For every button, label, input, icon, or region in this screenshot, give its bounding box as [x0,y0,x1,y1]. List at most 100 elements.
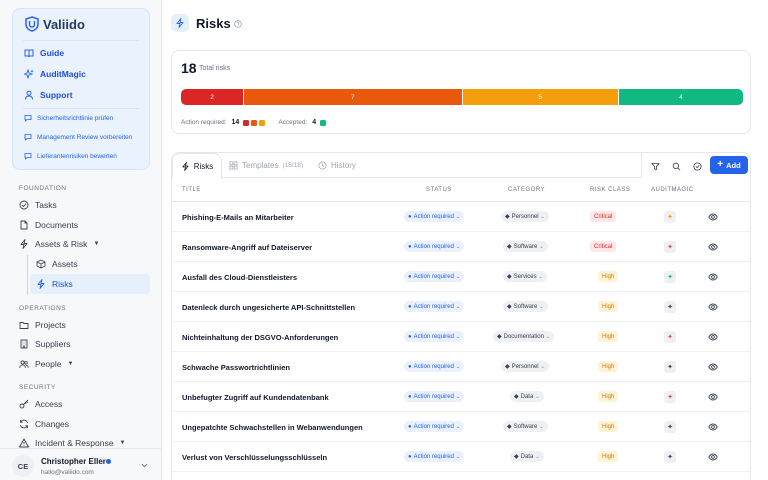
status-badge[interactable]: ● Action required ⌄ [404,451,465,462]
action-item[interactable]: Lieferantenrisiken bewerten [24,152,117,160]
search-button[interactable] [669,159,683,173]
user-menu[interactable]: CE Christopher Eller hallo@valiido.com [0,448,162,480]
col-auditmagic[interactable]: AuditMagic [651,187,694,193]
refresh-icon [20,419,28,429]
nav-risks[interactable]: Risks [36,279,73,289]
category-badge[interactable]: ◆ Data ⌄ [510,451,544,462]
table-row[interactable]: Phishing-E-Mails an Mitarbeiter ● Action r… [172,202,750,232]
category-badge[interactable]: ◆ Documentation ⌄ [493,331,555,342]
nav-assets-risk[interactable]: Assets & Risk ▼ [19,239,99,249]
auditmagic-button[interactable]: ✦ [664,361,676,373]
eye-icon[interactable] [708,302,718,312]
category-label: Personnel [511,213,539,220]
auditmagic-button[interactable]: ✦ [664,451,676,463]
eye-icon[interactable] [708,362,718,372]
eye-icon[interactable] [708,392,718,402]
risk-title[interactable]: Ungepatchte Schwachstellen in Webanwendu… [182,423,363,432]
risk-title[interactable]: Unbefugter Zugriff auf Kundendatenbank [182,393,329,402]
action-item[interactable]: Management Review vorbereiten [24,133,132,141]
eye-icon[interactable] [708,242,718,252]
auditmagic-button[interactable]: ✦ [664,211,676,223]
table-row[interactable]: Verlust von Verschlüsselungsschlüsseln ● A… [172,442,750,472]
tab-templates[interactable]: Templates (18/18) [229,153,303,177]
add-risk-button[interactable]: + Add [710,156,748,174]
category-badge[interactable]: ◆ Personnel ⌄ [501,211,549,222]
table-row[interactable]: Schwache Passwortrichtlinien ● Action requ… [172,352,750,382]
nav-tasks[interactable]: Tasks [19,200,57,210]
col-title[interactable]: Title [182,187,201,193]
bar-segment: 2 [181,89,244,105]
auditmagic-button[interactable]: ✦ [664,421,676,433]
eye-icon[interactable] [708,212,718,222]
nav-documents[interactable]: Documents [19,220,78,230]
status-badge[interactable]: ● Action required ⌄ [404,301,465,312]
category-badge[interactable]: ◆ Software ⌄ [503,421,548,432]
status-badge[interactable]: ● Action required ⌄ [404,241,465,252]
status-badge[interactable]: ● Action required ⌄ [404,331,465,342]
sparkle-icon: ✦ [667,453,673,461]
status-badge[interactable]: ● Action required ⌄ [404,361,465,372]
table-row[interactable]: Ausfall des Cloud-Dienstleisters ● Action … [172,262,750,292]
tab-templates-label: Templates [242,160,279,170]
category-badge[interactable]: ◆ Services ⌄ [503,271,547,282]
nav-guide[interactable]: Guide [24,48,64,58]
col-category[interactable]: Category [508,187,545,193]
auditmagic-button[interactable]: ✦ [664,271,676,283]
status-badge[interactable]: ● Action required ⌄ [404,271,465,282]
nav-people[interactable]: People ▼ [19,359,73,369]
tab-history[interactable]: History [318,153,356,177]
risk-title[interactable]: Nichteinhaltung der DSGVO-Anforderungen [182,333,338,342]
risk-title[interactable]: Schwache Passwortrichtlinien [182,363,290,372]
category-badge[interactable]: ◆ Software ⌄ [503,241,548,252]
nav-access[interactable]: Access [19,399,62,409]
category-badge[interactable]: ◆ Software ⌄ [503,301,548,312]
risk-title[interactable]: Datenleck durch ungesicherte API-Schnitt… [182,303,355,312]
table-row[interactable]: Ransomware-Angriff auf Dateiserver ● Actio… [172,232,750,262]
table-row[interactable]: Unbefugter Zugriff auf Kundendatenbank ● A… [172,382,750,412]
auditmagic-button[interactable]: ✦ [664,241,676,253]
col-risk-class[interactable]: Risk class [590,187,630,193]
settings-button[interactable] [690,159,704,173]
auditmagic-button[interactable]: ✦ [664,301,676,313]
chevron-down-icon[interactable] [140,461,149,470]
risk-title[interactable]: Ausfall des Cloud-Dienstleisters [182,273,297,282]
table-row[interactable]: Nichteinhaltung der DSGVO-Anforderungen ●… [172,322,750,352]
tab-risks[interactable]: Risks [172,153,222,178]
section-foundation: Foundation [19,185,67,192]
status-label: Action required [413,213,454,220]
nav-auditmagic[interactable]: AuditMagic [24,69,86,79]
risk-title[interactable]: Ransomware-Angriff auf Dateiserver [182,243,312,252]
nav-suppliers[interactable]: Suppliers [19,339,70,349]
help-icon[interactable] [234,20,242,28]
category-badge[interactable]: ◆ Personnel ⌄ [501,361,549,372]
table-row[interactable]: Ungepatchte Schwachstellen in Webanwendu… [172,412,750,442]
auditmagic-button[interactable]: ✦ [664,391,676,403]
risk-distribution-bar: 2754 [181,89,743,105]
risk-title[interactable]: Phishing-E-Mails an Mitarbeiter [182,213,294,222]
col-status[interactable]: Status [426,187,452,193]
eye-icon[interactable] [708,272,718,282]
add-label: Add [726,160,741,170]
nav-support[interactable]: Support [24,90,73,100]
chevron-down-icon: ⌄ [455,363,461,370]
table-row[interactable]: Datenleck durch ungesicherte API-Schnitt… [172,292,750,322]
status-badge[interactable]: ● Action required ⌄ [404,211,465,222]
category-badge[interactable]: ◆ Data ⌄ [510,391,544,402]
eye-icon[interactable] [708,422,718,432]
nav-projects[interactable]: Projects [19,320,66,330]
status-label: Action required [413,273,454,280]
eye-icon[interactable] [708,452,718,462]
nav-changes[interactable]: Changes [19,419,69,429]
check-circle-icon [19,200,29,210]
nav-incident-response[interactable]: Incident & Response ▼ [19,438,125,448]
tab-history-label: History [331,160,356,170]
filter-button[interactable] [648,159,662,173]
nav-assets[interactable]: Assets [36,259,78,269]
status-badge[interactable]: ● Action required ⌄ [404,391,465,402]
action-item[interactable]: Sicherheitsrichtlinie prüfen [24,114,113,122]
risk-title[interactable]: Verlust von Verschlüsselungsschlüsseln [182,453,327,462]
app-logo[interactable]: Valiido [25,16,85,32]
status-badge[interactable]: ● Action required ⌄ [404,421,465,432]
eye-icon[interactable] [708,332,718,342]
auditmagic-button[interactable]: ✦ [664,331,676,343]
